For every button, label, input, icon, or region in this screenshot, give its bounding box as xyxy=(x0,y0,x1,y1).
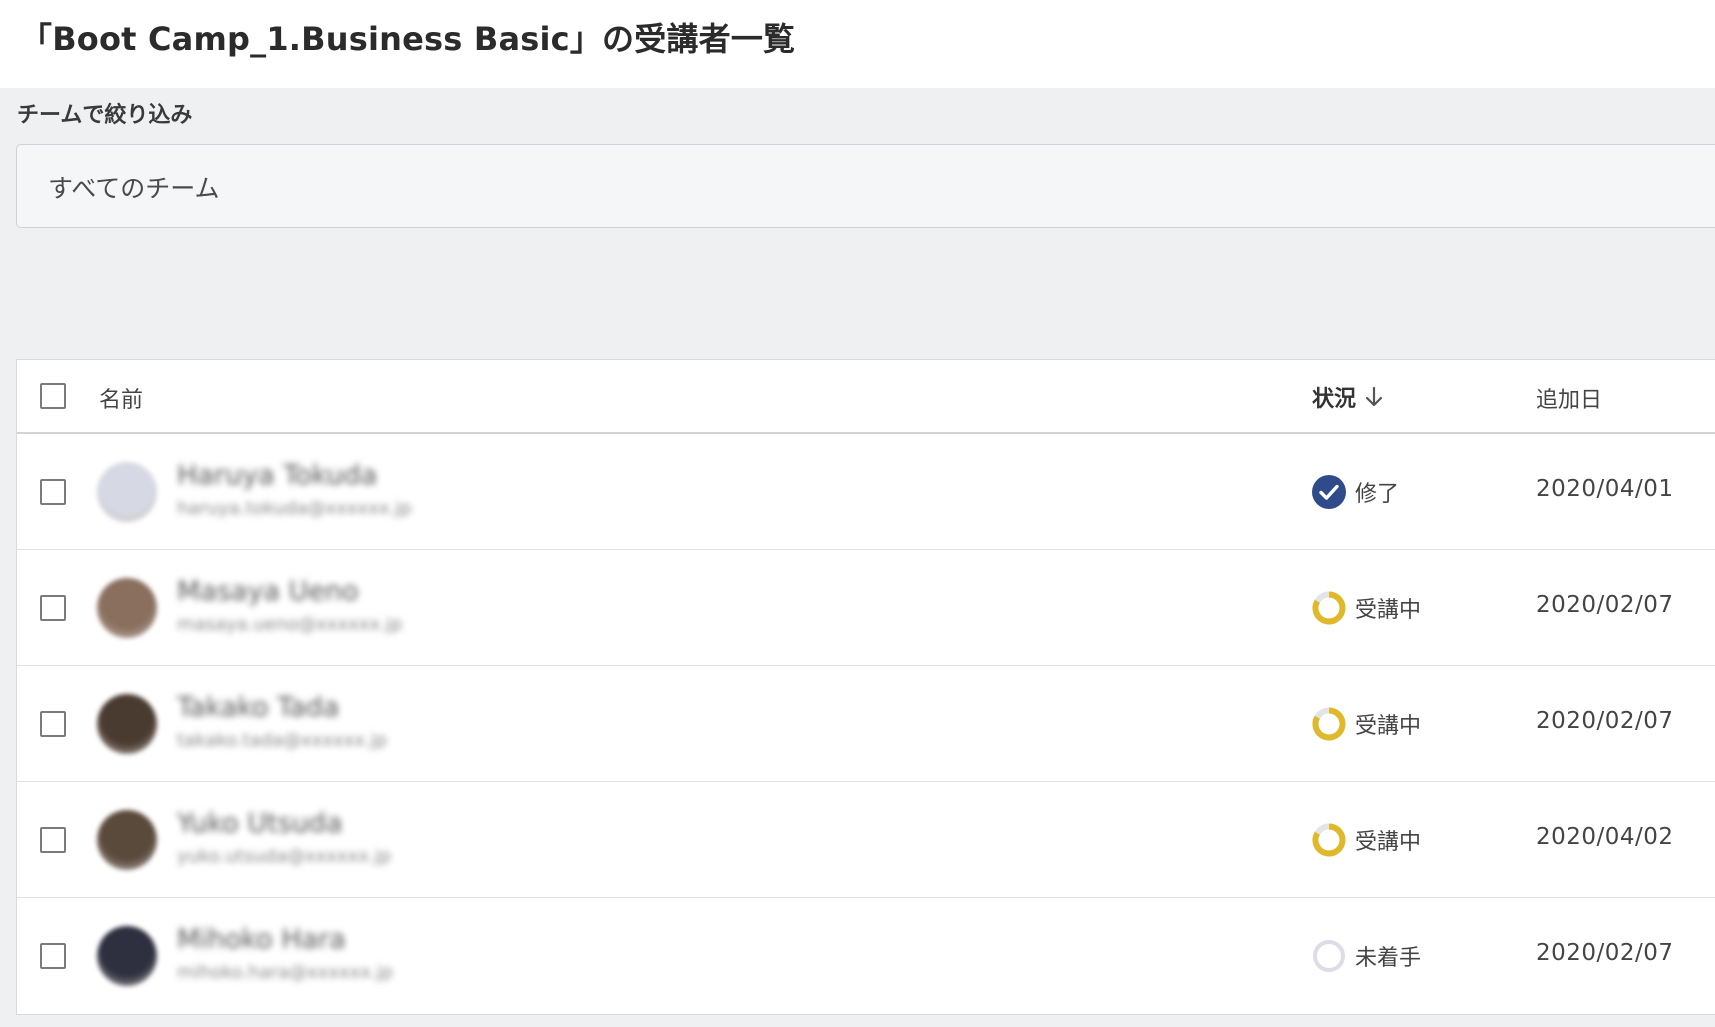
column-header-status[interactable]: 状況 xyxy=(1312,381,1384,413)
status-label: 受講中 xyxy=(1355,714,1422,739)
avatar xyxy=(97,694,157,754)
learners-table: 名前 状況 追加日 Haruya Tokuda haruya.tokuda@xxx… xyxy=(16,359,1715,1015)
table-row[interactable]: Masaya Ueno masaya.ueno@xxxxxx.jp 受講中 2020/… xyxy=(17,550,1715,666)
user-name[interactable]: Takako Tada xyxy=(177,692,339,723)
avatar xyxy=(97,810,157,870)
column-header-status-label: 状況 xyxy=(1312,387,1357,412)
row-select-checkbox[interactable] xyxy=(40,595,66,621)
avatar xyxy=(97,462,157,522)
page-title: 「Boot Camp_1.Business Basic」の受講者一覧 xyxy=(20,20,796,58)
empty-ring-icon xyxy=(1313,940,1345,972)
user-email: takako.tada@xxxxxx.jp xyxy=(177,730,388,751)
team-filter-select[interactable]: すべてのチーム xyxy=(16,144,1715,228)
user-name[interactable]: Masaya Ueno xyxy=(177,576,359,607)
table-row[interactable]: Yuko Utsuda yuko.utsuda@xxxxxx.jp 受講中 2020/… xyxy=(17,782,1715,898)
row-select-checkbox[interactable] xyxy=(40,827,66,853)
user-name[interactable]: Yuko Utsuda xyxy=(177,808,343,839)
user-email: mihoko.hara@xxxxxx.jp xyxy=(177,962,394,983)
row-select-checkbox[interactable] xyxy=(40,711,66,737)
user-name[interactable]: Haruya Tokuda xyxy=(177,460,377,491)
added-date: 2020/02/07 xyxy=(1536,592,1674,618)
status-badge: 受講中 xyxy=(1311,590,1421,626)
table-row[interactable]: Haruya Tokuda haruya.tokuda@xxxxxx.jp 修了 20… xyxy=(17,434,1715,550)
status-label: 修了 xyxy=(1355,482,1400,507)
added-date: 2020/02/07 xyxy=(1536,940,1674,966)
table-row[interactable]: Mihoko Hara mihoko.hara@xxxxxx.jp 未着手 2020/… xyxy=(17,898,1715,1014)
progress-ring-icon xyxy=(1312,823,1346,857)
status-label: 未着手 xyxy=(1355,946,1422,971)
table-header: 名前 状況 追加日 xyxy=(17,360,1715,434)
avatar xyxy=(97,578,157,638)
page-header: 「Boot Camp_1.Business Basic」の受講者一覧 xyxy=(0,0,1715,88)
added-date: 2020/02/07 xyxy=(1536,708,1674,734)
status-badge: 受講中 xyxy=(1311,706,1421,742)
avatar xyxy=(97,926,157,986)
status-badge: 修了 xyxy=(1311,474,1399,510)
progress-ring-icon xyxy=(1312,591,1346,625)
check-circle-icon xyxy=(1312,475,1346,509)
team-filter-label: チームで絞り込み xyxy=(17,103,193,128)
team-filter-value: すべてのチーム xyxy=(48,174,220,203)
column-header-name: 名前 xyxy=(99,388,144,413)
row-select-checkbox[interactable] xyxy=(40,479,66,505)
select-all-checkbox[interactable] xyxy=(40,383,66,409)
row-select-checkbox[interactable] xyxy=(40,943,66,969)
user-email: masaya.ueno@xxxxxx.jp xyxy=(177,614,403,635)
table-row[interactable]: Takako Tada takako.tada@xxxxxx.jp 受講中 2020/… xyxy=(17,666,1715,782)
progress-ring-icon xyxy=(1312,707,1346,741)
user-email: yuko.utsuda@xxxxxx.jp xyxy=(177,846,392,867)
added-date: 2020/04/02 xyxy=(1536,824,1674,850)
status-label: 受講中 xyxy=(1355,598,1422,623)
status-badge: 未着手 xyxy=(1311,938,1421,974)
column-header-added-date: 追加日 xyxy=(1536,388,1603,413)
status-badge: 受講中 xyxy=(1311,822,1421,858)
sort-arrow-down-icon xyxy=(1365,386,1383,407)
user-name[interactable]: Mihoko Hara xyxy=(177,924,346,955)
added-date: 2020/04/01 xyxy=(1536,476,1674,502)
user-email: haruya.tokuda@xxxxxx.jp xyxy=(177,498,412,519)
status-label: 受講中 xyxy=(1355,830,1422,855)
